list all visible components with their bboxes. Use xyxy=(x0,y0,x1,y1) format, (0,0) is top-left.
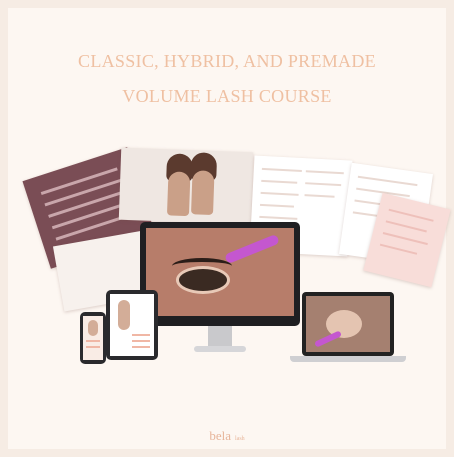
brand-logo: bela lash xyxy=(0,428,454,444)
monitor-base xyxy=(194,346,246,352)
brand-tag: lash xyxy=(234,436,245,442)
monitor-stand xyxy=(208,326,232,348)
cover-photo-page xyxy=(118,147,254,225)
phone-screen xyxy=(83,316,103,360)
lash-brush-shape xyxy=(224,233,280,265)
course-title-line-1: CLASSIC, HYBRID, AND PREMADE xyxy=(78,51,376,71)
course-title-line-2: VOLUME LASH COURSE xyxy=(122,86,332,106)
brand-name: bela xyxy=(209,428,231,443)
tablet-screen xyxy=(110,294,154,356)
laptop-base xyxy=(290,356,406,362)
laptop-lash-image xyxy=(306,296,390,352)
monitor-eye-lash-image xyxy=(146,228,294,316)
eye-shape xyxy=(176,266,230,294)
